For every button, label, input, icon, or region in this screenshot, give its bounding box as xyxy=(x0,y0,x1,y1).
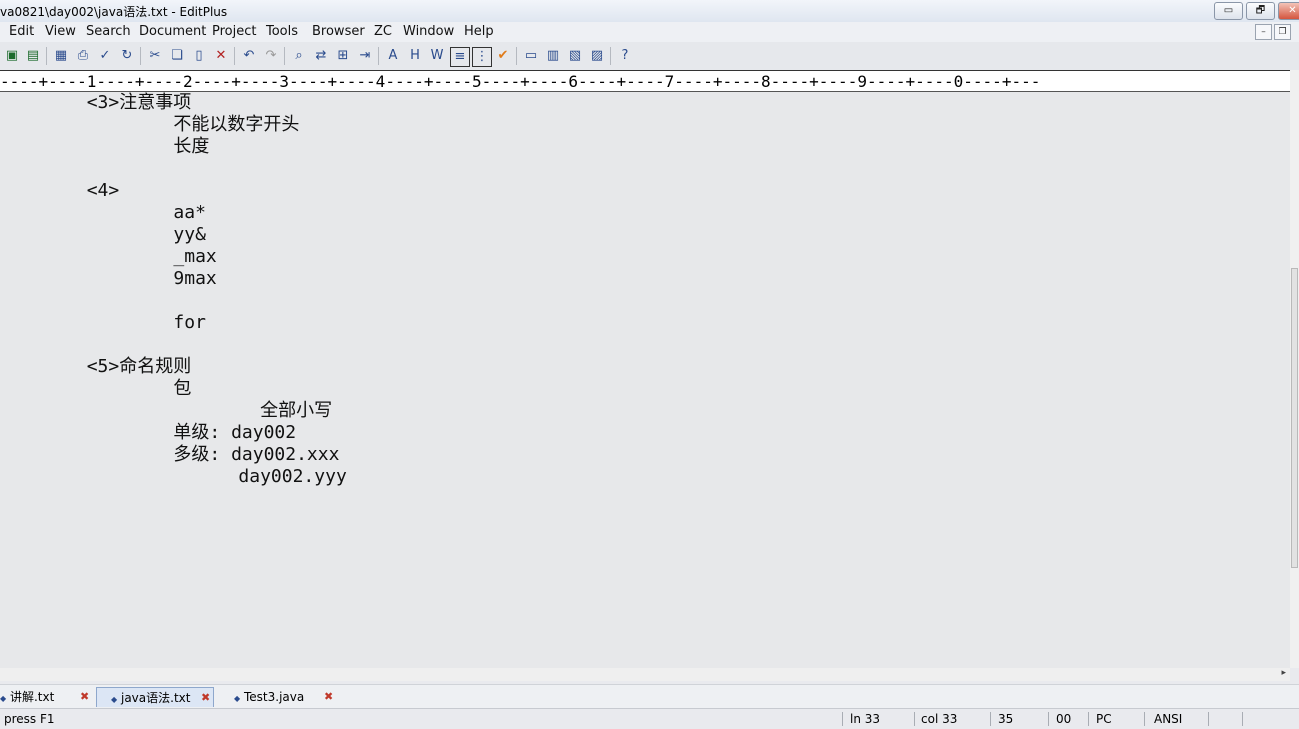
editor-line: 单级: day002 xyxy=(0,422,297,443)
editor-line: 不能以数字开头 xyxy=(0,114,300,135)
editor-line: <5>命名规则 xyxy=(0,356,192,377)
menu-search[interactable]: Search xyxy=(86,24,131,39)
clip-icon[interactable]: ▧ xyxy=(566,47,584,65)
tab-label: Test3.java xyxy=(243,690,305,704)
menu-bar: Edit View Search Document Project Tools … xyxy=(0,22,1299,42)
menu-view[interactable]: View xyxy=(45,24,76,39)
help-icon[interactable]: ? xyxy=(616,47,634,65)
browser-icon[interactable]: ▭ xyxy=(522,47,540,65)
minimize-button[interactable]: ▭ xyxy=(1214,2,1243,20)
status-count: 35 xyxy=(998,712,1014,726)
mdi-minimize-icon[interactable]: – xyxy=(1255,24,1272,40)
close-tab-icon[interactable]: ✖ xyxy=(80,687,89,707)
hex-icon[interactable]: H xyxy=(406,47,424,65)
menu-project[interactable]: Project xyxy=(212,24,256,39)
column-ruler: ----+----1----+----2----+----3----+----4… xyxy=(0,70,1290,92)
editor-line: 9max xyxy=(0,268,217,289)
scroll-right-arrow-icon[interactable]: ▸ xyxy=(1281,668,1286,678)
font-icon[interactable]: A xyxy=(384,47,402,65)
menu-edit[interactable]: Edit xyxy=(9,24,34,39)
goto-line-icon[interactable]: ⇥ xyxy=(356,47,374,65)
status-bar: press F1 ln 33 col 33 35 00 PC ANSI xyxy=(0,708,1299,729)
file-tab-icon: ◆ xyxy=(234,694,241,703)
refresh-icon[interactable]: ↻ xyxy=(118,47,136,65)
editor-line: <3>注意事项 xyxy=(0,92,192,113)
window-title: va0821\day002\java语法.txt - EditPlus xyxy=(0,5,228,19)
editor-line: day002.yyy xyxy=(0,466,347,487)
vertical-scrollbar[interactable] xyxy=(1290,70,1299,668)
editor-line: aa* xyxy=(0,202,206,223)
close-button[interactable]: ✕ xyxy=(1278,2,1299,20)
editor-line: _max xyxy=(0,246,217,267)
status-line: ln 33 xyxy=(850,712,881,726)
restore-button[interactable]: 🗗 xyxy=(1246,2,1275,20)
status-value: 00 xyxy=(1056,712,1072,726)
menu-zc[interactable]: ZC xyxy=(374,24,392,39)
editor-line: for xyxy=(0,312,206,333)
vertical-scrollbar-thumb[interactable] xyxy=(1291,268,1298,568)
editor-line: 包 xyxy=(0,378,192,399)
output-icon[interactable]: ▥ xyxy=(544,47,562,65)
ruler-text: ----+----1----+----2----+----3----+----4… xyxy=(0,72,1041,91)
editor-line: 长度 xyxy=(0,136,210,157)
document-tab-bar: ◆ 讲解.txt ✖ ◆ java语法.txt ✖ ◆ Test3.java ✖ xyxy=(0,684,1299,709)
close-tab-icon[interactable]: ✖ xyxy=(201,688,210,708)
tab-java-syntax[interactable]: ◆ java语法.txt ✖ xyxy=(96,687,214,707)
undo-icon[interactable]: ↶ xyxy=(240,47,258,65)
menu-window[interactable]: Window xyxy=(403,24,454,39)
paste-icon[interactable]: ▯ xyxy=(190,47,208,65)
editor-line: 全部小写 xyxy=(0,400,333,421)
save-icon[interactable]: ▣ xyxy=(3,47,21,65)
toolbar: ▣ ▤ ▦ ⎙ ✓ ↻ ✂ ❏ ▯ ✕ ↶ ↷ ⌕ ⇄ ⊞ ⇥ A H W ≡ … xyxy=(0,42,1299,71)
tab-label: 讲解.txt xyxy=(9,690,55,704)
title-bar: va0821\day002\java语法.txt - EditPlus ▭ 🗗 … xyxy=(0,0,1299,22)
find-in-files-icon[interactable]: ⊞ xyxy=(334,47,352,65)
replace-icon[interactable]: ⇄ xyxy=(312,47,330,65)
find-icon[interactable]: ⌕ xyxy=(290,47,308,65)
copy-icon[interactable]: ❏ xyxy=(168,47,186,65)
cut-icon[interactable]: ✂ xyxy=(146,47,164,65)
line-icon[interactable]: ≡ xyxy=(450,47,470,67)
print-preview-icon[interactable]: ▦ xyxy=(52,47,70,65)
close-tab-icon[interactable]: ✖ xyxy=(324,687,333,707)
cliptext-icon[interactable]: ▨ xyxy=(588,47,606,65)
editor-line: <4> xyxy=(0,180,120,201)
spell-check-icon[interactable]: ✓ xyxy=(96,47,114,65)
file-tab-icon: ◆ xyxy=(111,695,118,704)
editor-line: yy& xyxy=(0,224,206,245)
save-all-icon[interactable]: ▤ xyxy=(24,47,42,65)
status-encoding: ANSI xyxy=(1154,712,1183,726)
redo-icon[interactable]: ↷ xyxy=(262,47,280,65)
text-editor[interactable]: <3>注意事项 不能以数字开头 长度 <4> aa* yy& _max 9max… xyxy=(0,92,1290,668)
word-wrap-icon[interactable]: W xyxy=(428,47,446,65)
editor-line: 多级: day002.xxx xyxy=(0,444,340,465)
print-icon[interactable]: ⎙ xyxy=(74,47,92,65)
menu-browser[interactable]: Browser xyxy=(312,24,365,39)
menu-tools[interactable]: Tools xyxy=(266,24,298,39)
menu-document[interactable]: Document xyxy=(139,24,206,39)
tab-jiangjie[interactable]: ◆ 讲解.txt ✖ xyxy=(0,687,92,707)
status-column: col 33 xyxy=(921,712,958,726)
check-icon[interactable]: ✔ xyxy=(494,47,512,65)
tab-label: java语法.txt xyxy=(120,691,191,705)
menu-help[interactable]: Help xyxy=(464,24,494,39)
status-hint: press F1 xyxy=(4,712,55,726)
status-line-ending: PC xyxy=(1096,712,1112,726)
delete-icon[interactable]: ✕ xyxy=(212,47,230,65)
file-tab-icon: ◆ xyxy=(0,694,7,703)
tab-test3[interactable]: ◆ Test3.java ✖ xyxy=(234,687,338,707)
mdi-restore-icon[interactable]: ❐ xyxy=(1274,24,1291,40)
column-icon[interactable]: ⋮ xyxy=(472,47,492,67)
horizontal-scrollbar[interactable]: ▸ xyxy=(0,668,1290,681)
